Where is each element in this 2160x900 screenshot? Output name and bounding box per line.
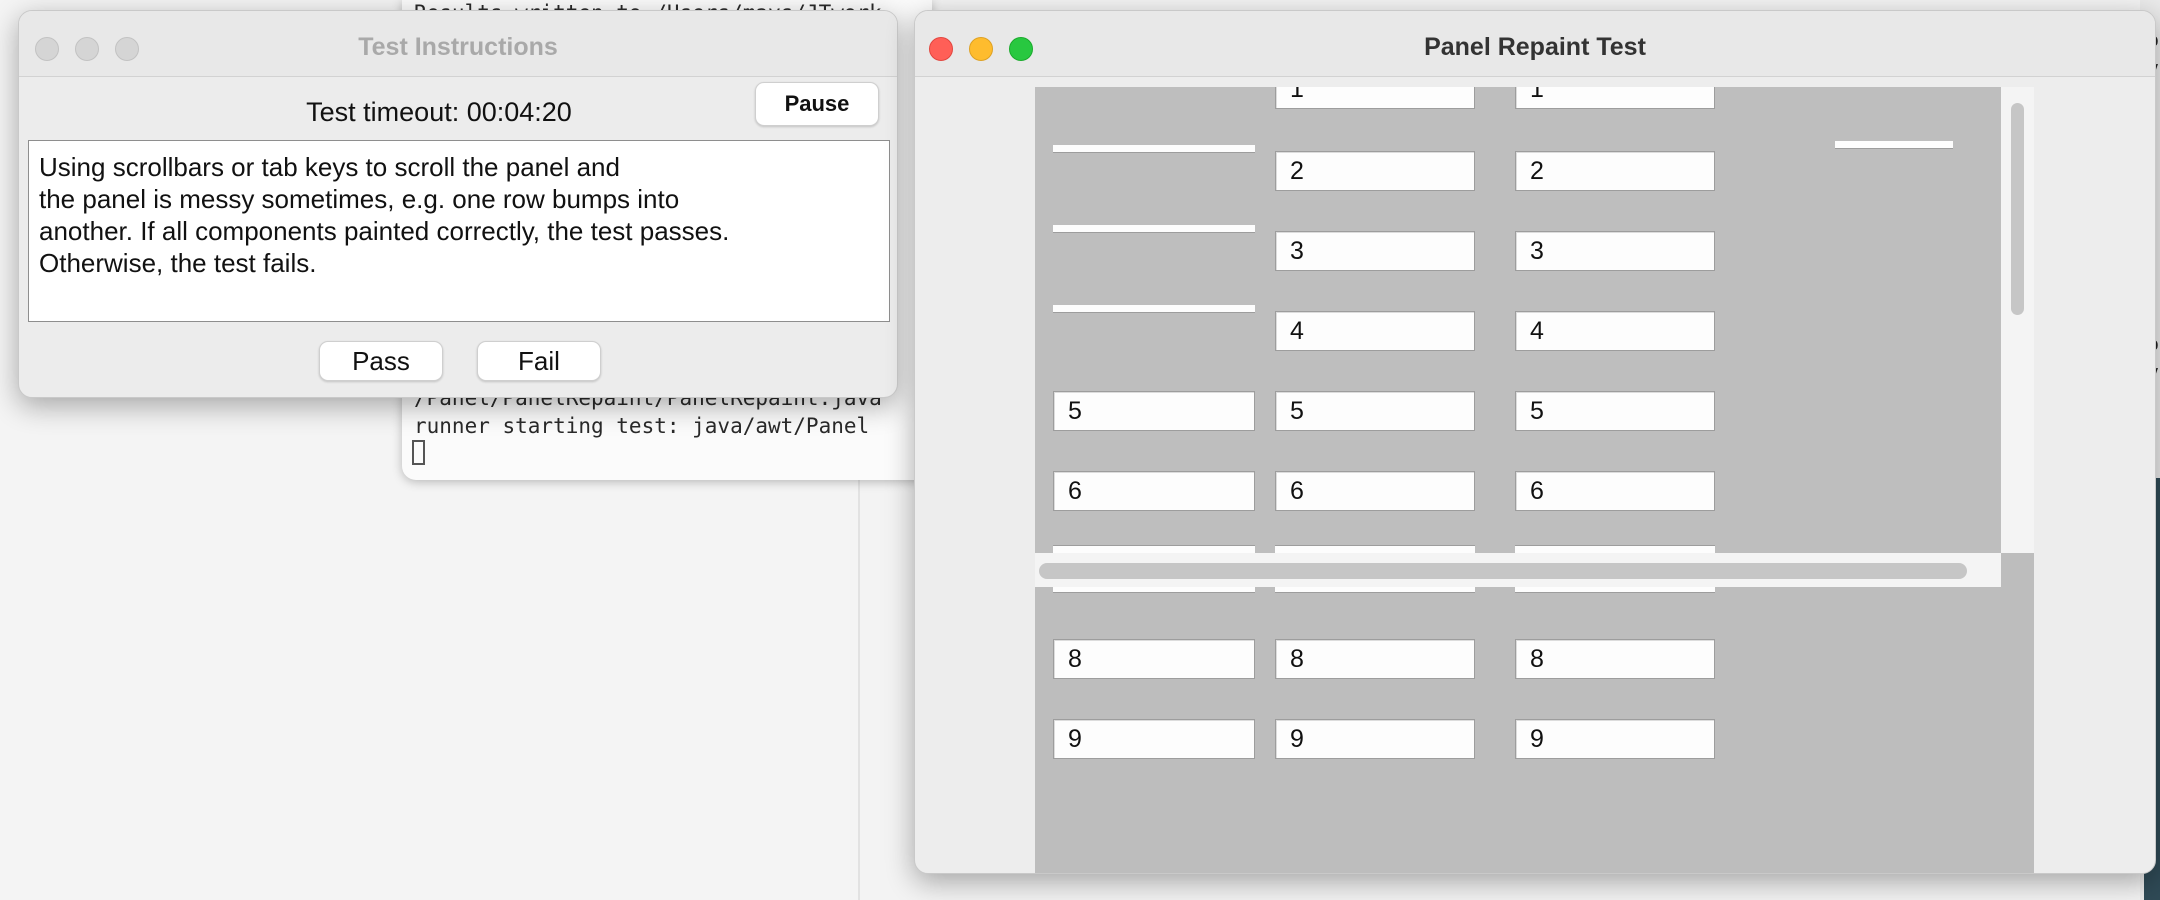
text-field[interactable]: 6: [1275, 471, 1475, 511]
text-field-fragment: [1053, 305, 1255, 313]
text-field-fragment: [1053, 145, 1255, 153]
text-field[interactable]: 1: [1515, 87, 1715, 109]
text-field[interactable]: 1: [1275, 87, 1475, 109]
text-field[interactable]: 9: [1515, 719, 1715, 759]
pass-button[interactable]: Pass: [319, 341, 443, 381]
text-field[interactable]: 6: [1515, 471, 1715, 511]
pause-button[interactable]: Pause: [755, 82, 879, 126]
text-field[interactable]: 9: [1275, 719, 1475, 759]
text-field-fragment: [1515, 545, 1715, 553]
text-field[interactable]: 8: [1515, 639, 1715, 679]
window-title: Panel Repaint Test: [1424, 33, 1646, 61]
text-field[interactable]: 2: [1515, 151, 1715, 191]
text-field[interactable]: 5: [1275, 391, 1475, 431]
repaint-titlebar[interactable]: Panel Repaint Test: [915, 11, 2155, 77]
text-field[interactable]: 2: [1275, 151, 1475, 191]
terminal-line: runner starting test: java/awt/Panel: [414, 413, 870, 438]
test-instructions-window: Test Instructions Test timeout: 00:04:20…: [18, 10, 898, 398]
terminal-cursor-icon: [412, 440, 425, 465]
panel-repaint-window: Panel Repaint Test 1 1 2 2 3 3 4 4 5 5 5…: [914, 10, 2156, 874]
instruction-line: Otherwise, the test fails.: [39, 248, 317, 278]
text-field-fragment: [1835, 141, 1953, 149]
instructions-titlebar[interactable]: Test Instructions: [19, 11, 897, 77]
text-field-fragment: [1053, 587, 1255, 593]
horizontal-scrollbar-thumb[interactable]: [1039, 563, 1967, 579]
text-field[interactable]: 4: [1275, 311, 1475, 351]
misrepainted-panel-area: 8 8 8 9 9 9: [1035, 587, 2034, 873]
text-field[interactable]: 8: [1053, 639, 1255, 679]
text-field-fragment: [1515, 587, 1715, 593]
text-field[interactable]: 8: [1275, 639, 1475, 679]
text-field[interactable]: 5: [1053, 391, 1255, 431]
fail-button[interactable]: Fail: [477, 341, 601, 381]
text-field[interactable]: 4: [1515, 311, 1715, 351]
text-field-fragment: [1053, 545, 1255, 553]
instruction-line: another. If all components painted corre…: [39, 216, 730, 246]
instruction-line: Using scrollbars or tab keys to scroll t…: [39, 152, 620, 182]
text-field-fragment: [1275, 587, 1475, 593]
text-field[interactable]: 3: [1275, 231, 1475, 271]
text-field[interactable]: 3: [1515, 231, 1715, 271]
text-field-fragment: [1053, 225, 1255, 233]
text-field[interactable]: 9: [1053, 719, 1255, 759]
text-field[interactable]: 6: [1053, 471, 1255, 511]
instruction-line: the panel is messy sometimes, e.g. one r…: [39, 184, 680, 214]
vertical-scrollbar-thumb[interactable]: [2011, 103, 2024, 315]
text-field-fragment: [1275, 545, 1475, 553]
instructions-text-area[interactable]: Using scrollbars or tab keys to scroll t…: [28, 140, 890, 322]
text-field[interactable]: 5: [1515, 391, 1715, 431]
window-title: Test Instructions: [358, 33, 558, 61]
scroll-pane-viewport[interactable]: 1 1 2 2 3 3 4 4 5 5 5 6 6 6: [1035, 87, 2001, 553]
